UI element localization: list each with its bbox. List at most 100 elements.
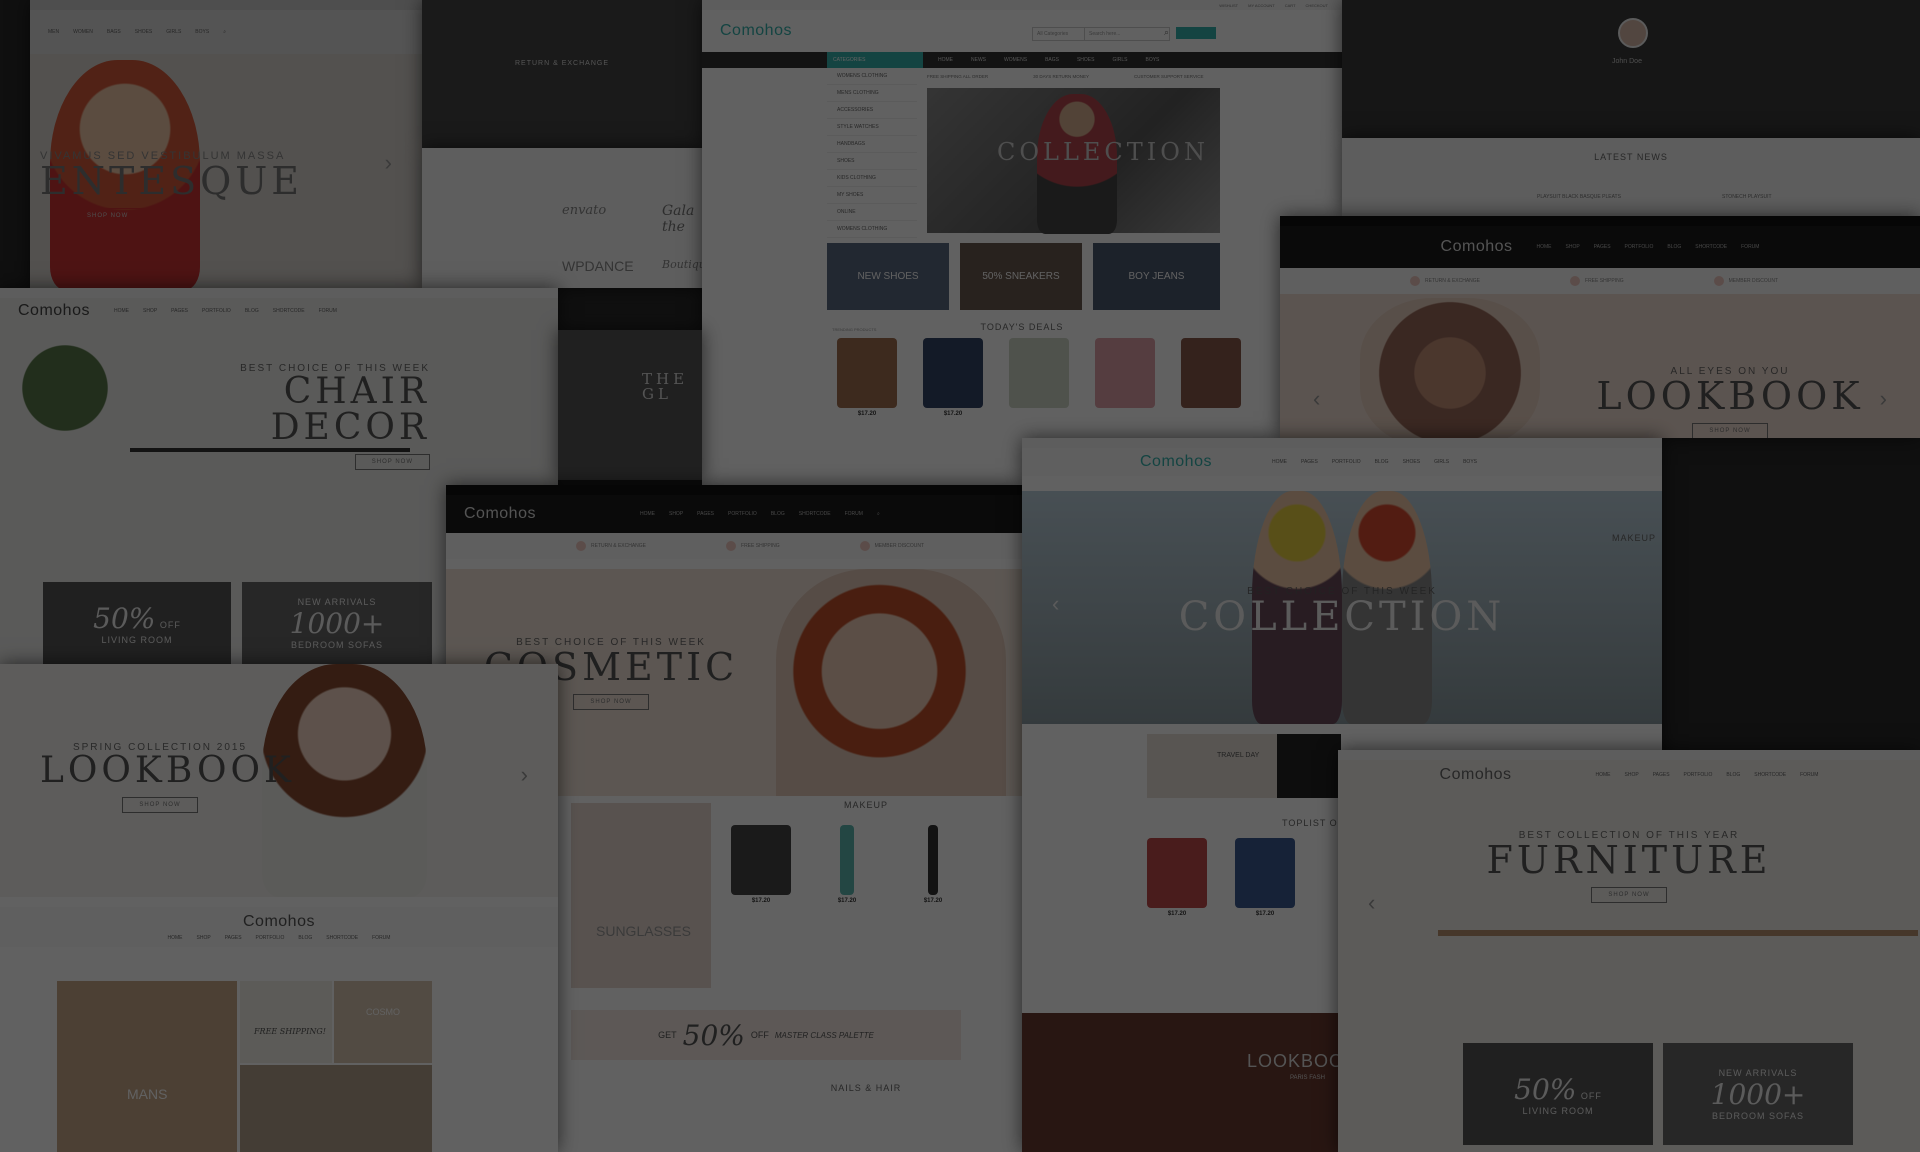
nav-item[interactable]: FORUM [1741,244,1759,250]
category-item[interactable]: SHOES [827,153,917,170]
prev-arrow-icon[interactable]: ‹ [1313,386,1320,412]
nav-item[interactable]: PAGES [171,308,188,314]
cart-button[interactable] [1176,27,1216,39]
nav-item[interactable]: SHOP [197,935,211,941]
shop-now-button[interactable]: SHOP NOW [573,694,649,710]
promo-banner[interactable]: 50% SNEAKERS [960,243,1082,310]
nav-item[interactable]: SHOES [1403,459,1421,465]
shop-now-button[interactable]: SHOP NOW [354,454,430,470]
site-logo[interactable]: Comohos [1140,453,1212,471]
top-link[interactable]: WISHLIST [1219,3,1238,8]
site-logo[interactable]: Comohos [18,302,90,320]
nav-item[interactable]: SHOP [1625,772,1639,778]
nav-item[interactable]: BLOG [771,511,785,517]
nav-item[interactable]: PORTFOLIO [202,308,231,314]
hero-banner[interactable]: SPRING COLLECTION 2015 LOOKBOOK SHOP NOW… [0,664,558,897]
nav-item[interactable]: SHORTCODE [1695,244,1727,250]
promo-banner[interactable]: TRAVEL DAY [1147,734,1277,798]
promo-banner[interactable]: 50% OFF LIVING ROOM [1463,1043,1653,1145]
nav-item[interactable]: SHOP [143,308,157,314]
site-logo[interactable]: Comohos [464,505,536,523]
nav-item[interactable]: BLOG [1375,459,1389,465]
product-banner[interactable]: FREE SHIPPING! [240,981,332,1063]
category-item[interactable]: ACCESSORIES [827,102,917,119]
nav-item[interactable]: HOME [168,935,183,941]
next-arrow-icon[interactable]: › [1880,386,1887,412]
search-input[interactable]: Search here... [1084,27,1170,41]
shop-now-button[interactable]: SHOP NOW [1692,423,1768,438]
promo-banner[interactable]: GET 50% OFF MASTER CLASS PALETTE [571,1010,961,1060]
hero-banner[interactable]: BEST CHOICE OF THIS WEEK COLLECTION ‹ [1022,491,1662,724]
product-card[interactable]: $17.20 [1225,838,1305,917]
product-card[interactable]: $17.20 [893,825,973,904]
promo-banner[interactable]: NEW ARRIVALS 1000+ BEDROOM SOFAS [1663,1043,1853,1145]
nav-item[interactable]: FORUM [845,511,863,517]
nav-item[interactable]: HOME [640,511,655,517]
categories-toggle[interactable]: CATEGORIES [827,52,923,68]
category-item[interactable]: WOMENS CLOTHING [827,221,917,238]
category-item[interactable]: WOMENS CLOTHING [827,68,917,85]
nav-item[interactable]: MEN [48,29,59,35]
next-arrow-icon[interactable]: › [521,762,528,788]
nav-item[interactable]: SHOP [669,511,683,517]
category-item[interactable]: MENS CLOTHING [827,85,917,102]
product-banner[interactable]: COSMO [334,981,432,1063]
nav-item[interactable]: GIRLS [1112,57,1127,63]
nav-item[interactable]: BAGS [107,29,121,35]
nav-item[interactable]: GIRLS [1434,459,1449,465]
nav-item[interactable]: HOME [938,57,953,63]
nav-item[interactable]: SHORTCODE [273,308,305,314]
product-card[interactable] [999,338,1079,417]
category-item[interactable]: HANDBAGS [827,136,917,153]
prev-arrow-icon[interactable]: ‹ [1368,890,1375,916]
nav-item[interactable]: PAGES [697,511,714,517]
nav-item[interactable]: BLOG [298,935,312,941]
nav-item[interactable]: PORTFOLIO [1332,459,1361,465]
search-icon[interactable]: ⌕ [223,29,226,35]
nav-item[interactable]: SHORTCODE [1754,772,1786,778]
shop-now-button[interactable]: SHOP NOW [1591,887,1667,903]
category-item[interactable]: MY SHOES [827,187,917,204]
top-link[interactable]: CHECKOUT [1306,3,1328,8]
nav-item[interactable]: SHORTCODE [326,935,358,941]
promo-banner[interactable]: NEW SHOES [827,243,949,310]
nav-item[interactable]: NEWS [971,57,986,63]
site-logo[interactable]: Comohos [1440,766,1512,784]
news-item[interactable]: STONECH PLAYSUIT [1722,194,1772,200]
nav-item[interactable]: BOYS [1463,459,1477,465]
next-arrow-icon[interactable]: › [385,150,392,176]
shop-now-button[interactable]: SHOP NOW [122,797,198,813]
nav-item[interactable]: FORUM [372,935,390,941]
nav-item[interactable]: BLOG [245,308,259,314]
prev-arrow-icon[interactable]: ‹ [1052,591,1059,617]
product-card[interactable] [1085,338,1165,417]
site-logo[interactable]: Comohos [243,913,315,931]
product-card[interactable]: $17.20 [827,338,907,417]
product-banner[interactable]: MANS [57,981,237,1152]
site-logo[interactable]: Comohos [720,22,792,40]
promo-banner[interactable]: 50% OFF LIVING ROOM [43,582,231,664]
product-card[interactable] [1171,338,1251,417]
product-card[interactable]: $17.20 [807,825,887,904]
side-banner[interactable]: SUNGLASSES [571,803,711,988]
product-card[interactable]: $17.20 [721,825,801,904]
category-item[interactable]: ONLINE [827,204,917,221]
nav-item[interactable]: PORTFOLIO [1625,244,1654,250]
category-select[interactable]: All Categories [1032,27,1088,41]
nav-item[interactable]: SHOP [1566,244,1580,250]
nav-item[interactable]: PAGES [1594,244,1611,250]
nav-item[interactable]: SHOES [135,29,153,35]
nav-item[interactable]: FORUM [319,308,337,314]
news-item[interactable]: PLAYSUIT BLACK BASQUE PLEATS [1537,194,1621,200]
nav-item[interactable]: PORTFOLIO [256,935,285,941]
search-icon[interactable]: ⌕ [877,511,880,517]
site-logo[interactable]: Comohos [1441,238,1513,256]
nav-item[interactable]: BOYS [1146,57,1160,63]
nav-item[interactable]: PAGES [225,935,242,941]
product-card[interactable]: $17.20 [1137,838,1217,917]
nav-item[interactable]: HOME [1272,459,1287,465]
nav-item[interactable]: HOME [1537,244,1552,250]
nav-item[interactable]: SHORTCODE [799,511,831,517]
nav-item[interactable]: BLOG [1667,244,1681,250]
hero-banner[interactable]: COLLECTION [927,88,1220,234]
